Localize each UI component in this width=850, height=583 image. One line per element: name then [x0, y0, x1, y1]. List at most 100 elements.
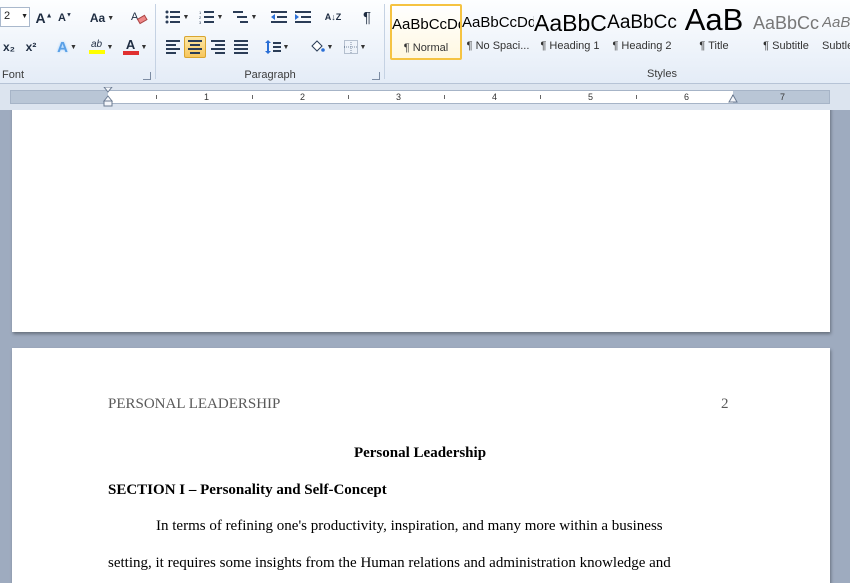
- text-effects-button[interactable]: A ▼: [52, 36, 82, 58]
- styles-gallery: AaBbCcDd ¶ Normal AaBbCcDd ¶ No Spaci...…: [388, 4, 850, 62]
- ruler-number: 3: [396, 92, 402, 102]
- pilcrow-icon: ¶: [362, 8, 372, 26]
- borders-button[interactable]: ▼: [340, 36, 370, 58]
- align-left-button[interactable]: [162, 36, 184, 58]
- style-sample: AaBbCc: [822, 14, 850, 31]
- page-number: 2: [721, 396, 729, 412]
- font-size-value: 2: [4, 10, 11, 22]
- decrease-indent-button[interactable]: [268, 6, 290, 28]
- page-2[interactable]: PERSONAL LEADERSHIP 2 Personal Leadershi…: [12, 348, 830, 583]
- style-normal[interactable]: AaBbCcDd ¶ Normal: [390, 4, 462, 60]
- change-case-label: Aa: [89, 11, 106, 25]
- justify-icon: [234, 40, 248, 54]
- multilevel-list-icon: [232, 11, 248, 23]
- ruler-number: 7: [780, 92, 786, 102]
- superscript-icon: x²: [25, 40, 37, 54]
- ribbon: 2 ▼ A▲ A▼ Aa ▼ A x₂ x² A ▼ ab ▼ A ▼ Font…: [0, 0, 850, 84]
- increase-indent-button[interactable]: [292, 6, 314, 28]
- clear-formatting-icon: A: [131, 11, 148, 25]
- style-heading-1[interactable]: AaBbCc ¶ Heading 1: [534, 4, 606, 60]
- ruler-tick: [444, 95, 445, 99]
- align-left-icon: [166, 40, 180, 54]
- change-case-button[interactable]: Aa ▼: [87, 7, 117, 29]
- subscript-button[interactable]: x₂: [0, 36, 18, 58]
- style-no-spacing[interactable]: AaBbCcDd ¶ No Spaci...: [462, 4, 534, 60]
- sort-button[interactable]: A↓Z: [322, 6, 344, 28]
- ruler-tick: [156, 95, 157, 99]
- font-color-button[interactable]: A ▼: [118, 36, 152, 58]
- style-name: ¶ No Spaci...: [466, 40, 530, 52]
- multilevel-list-button[interactable]: ▼: [230, 6, 260, 28]
- style-sample: AaBbCcDd: [462, 14, 534, 31]
- document-title: Personal Leadership: [353, 445, 487, 461]
- style-sample: AaBbCc: [534, 10, 606, 36]
- font-group-label: Font: [2, 69, 25, 81]
- style-name: ¶ Subtitle: [763, 40, 809, 52]
- section-heading: SECTION I – Personality and Self-Concept: [108, 482, 387, 498]
- clear-formatting-button[interactable]: A: [128, 6, 150, 28]
- highlight-icon: ab: [88, 40, 105, 54]
- group-divider: [384, 4, 385, 79]
- indent-marker-icon[interactable]: [103, 87, 113, 107]
- show-formatting-marks-button[interactable]: ¶: [356, 6, 378, 28]
- justify-button[interactable]: [230, 36, 252, 58]
- running-head: PERSONAL LEADERSHIP: [108, 396, 281, 412]
- style-name: ¶ Heading 1: [540, 40, 600, 52]
- highlight-button[interactable]: ab ▼: [84, 36, 118, 58]
- paragraph-group-label: Paragraph: [244, 69, 296, 81]
- paragraph-group: ▼ 1 2 3 ▼ ▼ A↓Z ¶ ▼ ▼ ▼ Paragraph: [156, 0, 384, 84]
- ruler-tick: [252, 95, 253, 99]
- style-sample: AaBbCcDd: [392, 16, 460, 33]
- style-name: ¶ Title: [699, 40, 729, 52]
- shrink-font-button[interactable]: A▼: [56, 7, 74, 29]
- style-subtle-emphasis[interactable]: AaBbCc Subtle: [822, 4, 850, 60]
- svg-text:3: 3: [199, 20, 202, 24]
- ruler-number: 2: [300, 92, 306, 102]
- body-text-line: setting, it requires some insights from …: [108, 555, 671, 571]
- bullets-icon: [165, 10, 180, 24]
- increase-indent-icon: [295, 11, 311, 23]
- font-dialog-launcher[interactable]: [143, 72, 151, 80]
- ruler-number: 5: [588, 92, 594, 102]
- style-subtitle[interactable]: AaBbCc ¶ Subtitle: [750, 4, 822, 60]
- numbering-button[interactable]: 1 2 3 ▼: [196, 6, 226, 28]
- font-size-box[interactable]: 2 ▼: [0, 7, 30, 27]
- horizontal-ruler: 1 2 3 4 5 6 7: [0, 84, 850, 110]
- line-spacing-button[interactable]: ▼: [262, 36, 292, 58]
- ruler-number: 6: [684, 92, 690, 102]
- style-name: ¶ Normal: [403, 42, 449, 54]
- ruler-tick: [348, 95, 349, 99]
- body-text-line: In terms of refining one's productivity,…: [156, 518, 663, 534]
- align-right-icon: [211, 40, 225, 54]
- ruler-number: 1: [204, 92, 210, 102]
- page-1[interactable]: [12, 110, 830, 332]
- align-center-button[interactable]: [184, 36, 206, 58]
- ruler-number: 4: [492, 92, 498, 102]
- paragraph-dialog-launcher[interactable]: [372, 72, 380, 80]
- ruler-left-margin: [11, 91, 108, 103]
- bullets-button[interactable]: ▼: [162, 6, 192, 28]
- text-effects-icon: A: [57, 38, 68, 56]
- style-title[interactable]: AaB ¶ Title: [678, 4, 750, 60]
- grow-font-button[interactable]: A▲: [35, 7, 53, 29]
- style-sample: AaBbCc: [607, 12, 677, 33]
- ruler-tick: [636, 95, 637, 99]
- style-heading-2[interactable]: AaBbCc ¶ Heading 2: [606, 4, 678, 60]
- font-color-icon: A: [122, 38, 139, 55]
- align-right-button[interactable]: [207, 36, 229, 58]
- right-indent-marker-icon[interactable]: [728, 94, 738, 104]
- line-spacing-icon: [264, 40, 281, 54]
- styles-group-label: Styles: [647, 68, 677, 80]
- borders-icon: [343, 40, 358, 54]
- subscript-icon: x₂: [2, 40, 15, 54]
- font-group: 2 ▼ A▲ A▼ Aa ▼ A x₂ x² A ▼ ab ▼ A ▼ Font: [0, 0, 155, 84]
- ruler-bar[interactable]: 1 2 3 4 5 6 7: [10, 87, 830, 107]
- document-area[interactable]: PERSONAL LEADERSHIP 2 Personal Leadershi…: [0, 110, 850, 583]
- paint-bucket-icon: [310, 40, 325, 52]
- superscript-button[interactable]: x²: [22, 36, 40, 58]
- sort-icon: A↓Z: [324, 11, 342, 22]
- shading-button[interactable]: ▼: [306, 36, 336, 58]
- style-sample: AaB: [684, 4, 744, 37]
- align-center-icon: [188, 40, 202, 54]
- grow-font-icon: A▲: [35, 10, 53, 26]
